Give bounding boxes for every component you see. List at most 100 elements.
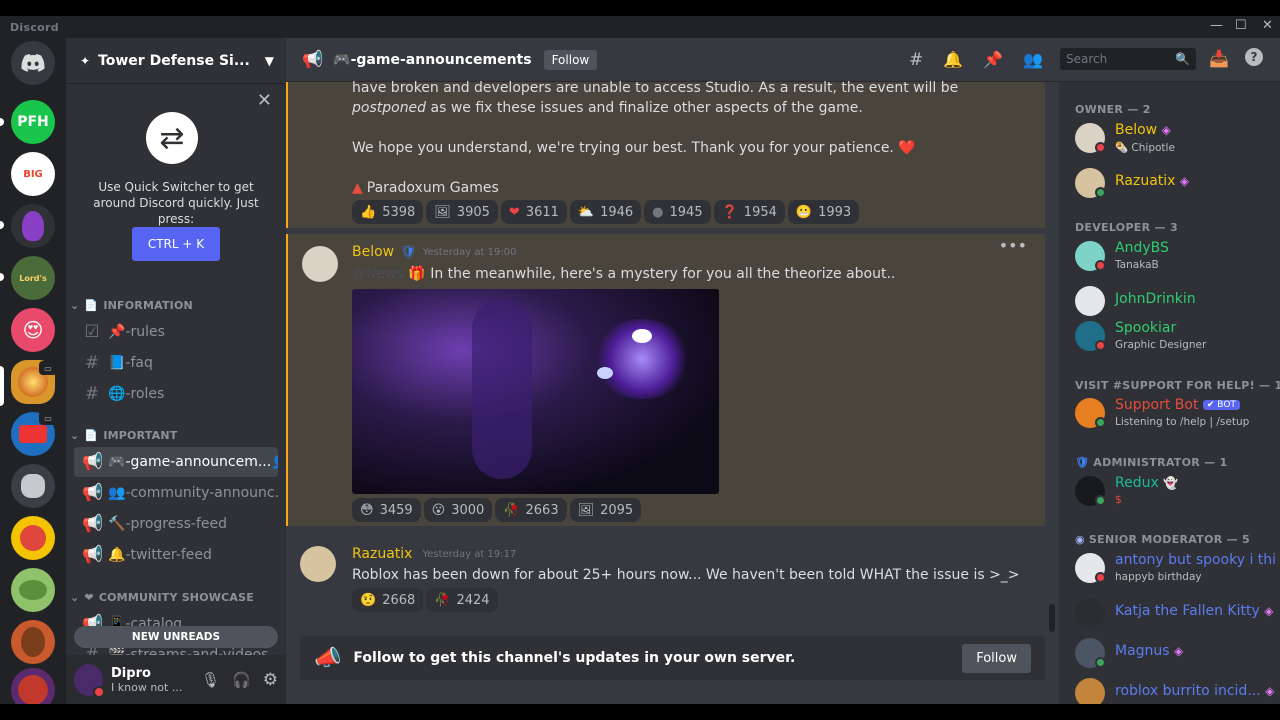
member-redux[interactable]: Redux 👻 $ <box>1075 473 1275 513</box>
author-name[interactable]: Razuatix <box>352 546 412 562</box>
maximize-button[interactable]: ☐ <box>1235 18 1247 33</box>
reaction[interactable]: 🥀 2424 <box>426 588 498 612</box>
reaction[interactable]: 😮 3000 <box>423 498 493 522</box>
speaker-badge-icon: ▭ <box>39 411 57 425</box>
announcement-icon: 📢 <box>82 514 104 534</box>
close-window-button[interactable]: ✕ <box>1262 18 1273 33</box>
reaction[interactable]: 🥀 2663 <box>495 498 567 522</box>
close-icon[interactable]: ✕ <box>257 90 272 111</box>
server-icon-big-games[interactable]: BIG <box>11 152 55 196</box>
category-information[interactable]: ⌄ 📄 INFORMATION <box>70 299 193 312</box>
unread-pill <box>0 118 4 126</box>
member-roblox-burrito[interactable]: roblox burrito incid... ◈ <box>1075 675 1275 704</box>
channel-game-announcements[interactable]: 📢🎮-game-announcem...👤 <box>74 447 278 477</box>
reaction[interactable]: 😬 1993 <box>787 200 860 224</box>
channel-rules[interactable]: ☑ 📌 -rules <box>74 317 278 347</box>
reaction[interactable]: 👍 5398 <box>352 200 424 224</box>
follow-button[interactable]: Follow <box>962 643 1031 673</box>
pin-icon[interactable]: 📌 <box>983 50 1003 69</box>
member-list-icon[interactable]: 👥 <box>1023 50 1043 69</box>
reaction[interactable]: 🤨 2668 <box>352 588 424 612</box>
reaction[interactable]: ● 1945 <box>644 200 711 224</box>
quick-switcher-shortcut-button[interactable]: CTRL + K <box>132 227 220 261</box>
search-input[interactable]: Search <box>1066 52 1107 66</box>
channel-faq[interactable]: # 📘 -faq <box>74 348 278 378</box>
mention[interactable]: @News <box>352 266 404 282</box>
add-member-icon[interactable]: 👤 <box>271 455 278 469</box>
message-2-text: @News 🎁 In the meanwhile, here's a myste… <box>352 266 896 282</box>
author-name[interactable]: Below <box>352 244 394 260</box>
minimize-button[interactable]: — <box>1210 18 1223 33</box>
inbox-icon[interactable]: 📥 <box>1209 49 1229 68</box>
server-icon-emoji[interactable]: 😍 <box>11 308 55 352</box>
member-andybs[interactable]: AndyBS TanakaB <box>1075 238 1275 278</box>
reaction[interactable]: ❓ 1954 <box>713 200 785 224</box>
member-name: Redux 👻 <box>1115 475 1179 491</box>
server-icon-robot[interactable] <box>11 464 55 508</box>
member-magnus[interactable]: Magnus ◈ <box>1075 635 1275 675</box>
server-icon-potato[interactable] <box>11 620 55 664</box>
more-options-icon[interactable]: ••• <box>999 236 1027 255</box>
member-spookiar[interactable]: Spookiar Graphic Designer <box>1075 318 1275 358</box>
announcement-icon: 📢 <box>82 483 104 503</box>
settings-gear-icon[interactable]: ⚙ <box>263 670 278 690</box>
search-icon: 🔍 <box>1175 52 1190 66</box>
user-status: I know not ... <box>111 680 183 694</box>
channel-twitter-feed[interactable]: 📢 🔔 -twitter-feed <box>74 540 278 570</box>
search-box[interactable]: Search 🔍 <box>1060 48 1196 70</box>
scrollbar[interactable] <box>1049 604 1055 632</box>
reaction[interactable]: ❤ 3611 <box>500 200 567 224</box>
mystery-image[interactable] <box>352 289 719 494</box>
hash-icon: # <box>84 353 100 373</box>
user-avatar[interactable] <box>74 663 106 698</box>
headphones-icon[interactable]: 🎧 <box>232 671 251 689</box>
avatar <box>1075 286 1105 316</box>
discord-home-icon[interactable] <box>11 41 55 85</box>
bottom-frame <box>0 704 1280 720</box>
chevron-down-icon[interactable]: ▼ <box>265 54 274 68</box>
microphone-icon[interactable]: 🎙 <box>201 671 220 689</box>
new-unreads-button[interactable]: NEW UNREADS <box>74 626 278 648</box>
avatar-razuatix[interactable] <box>300 546 336 582</box>
category-important[interactable]: ⌄ 📄 IMPORTANT <box>70 429 177 442</box>
avatar-below[interactable] <box>302 246 338 282</box>
online-status-icon <box>1095 495 1106 506</box>
channel-community-announcements[interactable]: 📢 👥 -community-announc... <box>74 478 278 508</box>
member-below[interactable]: Below ◈ 🌯 Chipotle <box>1075 120 1275 160</box>
server-icon-character[interactable] <box>11 516 55 560</box>
dnd-status-icon <box>1095 142 1106 153</box>
server-icon-wizard[interactable] <box>11 204 55 248</box>
header-right: Search 🔍 📥 ? <box>1059 38 1280 82</box>
rose-emoji-icon: 🥀 <box>503 502 520 518</box>
channel-roles[interactable]: # 🌐 -roles <box>74 379 278 409</box>
channel-sidebar: ✦ Tower Defense Si... ▼ ✕ ⇄ Use Quick Sw… <box>66 38 286 704</box>
server-icon-lords-wonderland[interactable]: Lord's <box>11 256 55 300</box>
follow-bar-text: Follow to get this channel's updates in … <box>353 650 796 666</box>
reaction[interactable]: 😳 3459 <box>352 498 421 522</box>
server-icon-dark[interactable] <box>11 668 55 704</box>
member-status: TanakaB <box>1115 259 1159 271</box>
server-icon-pepe[interactable] <box>11 568 55 612</box>
chat-area: 📢 🎮-game-announcements Follow # 🔔 📌 👥 ha… <box>286 38 1059 704</box>
header-follow-button[interactable]: Follow <box>543 49 598 70</box>
category-community-showcase[interactable]: ⌄ ❤ COMMUNITY SHOWCASE <box>70 591 254 604</box>
role-header-support: VISIT #SUPPORT FOR HELP! — 1 <box>1075 379 1280 392</box>
threads-icon[interactable]: # <box>909 50 923 70</box>
member-support-bot[interactable]: Support Bot ✔ BOT Listening to /help | /… <box>1075 395 1275 435</box>
online-status-icon <box>1095 417 1106 428</box>
announcement-icon: 📢 <box>302 49 324 70</box>
question-icon: ❓ <box>721 204 738 220</box>
thumbs-up-icon: 👍 <box>360 204 377 220</box>
member-razuatix[interactable]: Razuatix ◈ <box>1075 165 1275 205</box>
help-icon[interactable]: ? <box>1245 48 1263 66</box>
member-johndrinkin[interactable]: JohnDrinkin <box>1075 283 1275 323</box>
member-katja[interactable]: Katja the Fallen Kitty ◈ <box>1075 595 1275 635</box>
reaction[interactable]: 🖼 2095 <box>569 498 642 522</box>
member-antony[interactable]: antony but spooky i thi... happyb birthd… <box>1075 550 1275 590</box>
reaction[interactable]: ⛅ 1946 <box>569 200 642 224</box>
server-icon-pfh[interactable]: PFH <box>11 100 55 144</box>
server-header[interactable]: ✦ Tower Defense Si... ▼ <box>66 38 286 84</box>
channel-progress-feed[interactable]: 📢 🔨 -progress-feed <box>74 509 278 539</box>
reaction[interactable]: 🖼 3905 <box>426 200 498 224</box>
bell-icon[interactable]: 🔔 <box>943 50 963 69</box>
